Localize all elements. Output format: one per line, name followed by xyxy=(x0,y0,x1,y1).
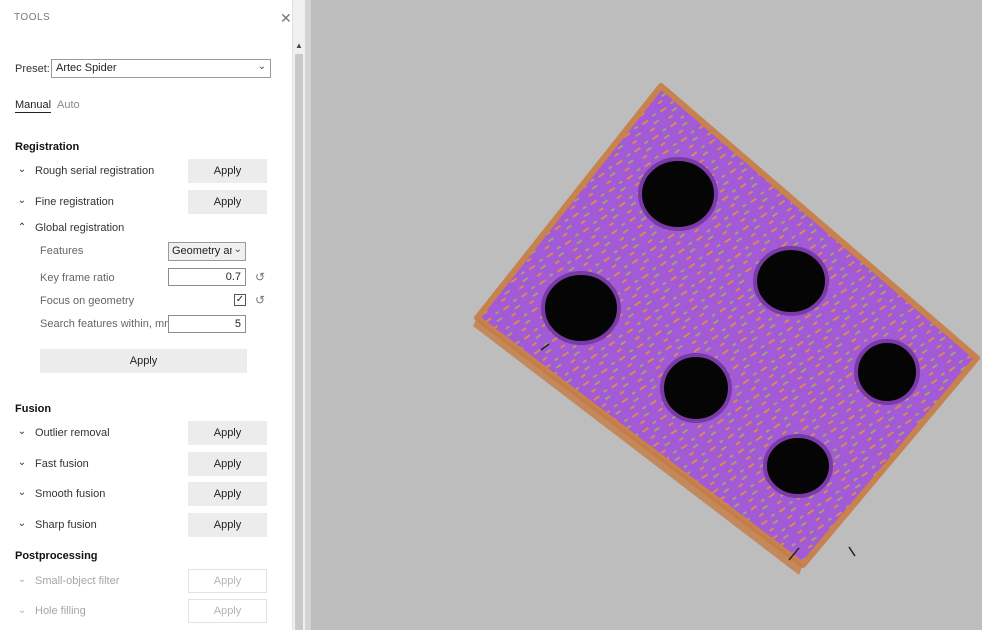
focus-on-geometry-label: Focus on geometry xyxy=(40,295,135,307)
key-frame-ratio-label: Key frame ratio xyxy=(40,272,115,284)
chevron-down-icon[interactable]: ⌄ xyxy=(16,195,28,206)
outlier-removal-apply-button[interactable]: Apply xyxy=(188,421,267,445)
small-object-filter-label: Small-object filter xyxy=(35,575,120,587)
fusion-heading: Fusion xyxy=(15,403,52,415)
sharp-fusion-label: Sharp fusion xyxy=(35,519,97,531)
close-icon[interactable]: ✕ xyxy=(280,11,292,25)
fast-fusion-label: Fast fusion xyxy=(35,458,89,470)
chevron-down-icon[interactable]: ⌄ xyxy=(16,518,28,529)
panel-title: TOOLS xyxy=(14,12,51,23)
scroll-thumb[interactable] xyxy=(295,54,303,630)
outlier-removal-label: Outlier removal xyxy=(35,427,110,439)
global-registration-apply-button[interactable]: Apply xyxy=(40,349,247,373)
chevron-up-icon[interactable]: ⌃ xyxy=(16,222,28,233)
chevron-down-icon[interactable]: ⌄ xyxy=(16,487,28,498)
chevron-down-icon[interactable]: ⌄ xyxy=(16,426,28,437)
tools-panel: TOOLS ✕ Preset: Artec Spider ⌄ Manual Au… xyxy=(0,0,292,630)
search-features-input[interactable]: 5 xyxy=(168,315,246,333)
sharp-fusion-apply-button[interactable]: Apply xyxy=(188,513,267,537)
hole-filling-apply-button[interactable]: Apply xyxy=(188,599,267,623)
preset-select[interactable]: Artec Spider ⌄ xyxy=(51,59,271,78)
features-value: Geometry an xyxy=(172,245,236,257)
3d-viewport[interactable] xyxy=(305,0,982,630)
features-label: Features xyxy=(40,245,84,257)
rough-serial-registration-apply-button[interactable]: Apply xyxy=(188,159,267,183)
postprocessing-heading: Postprocessing xyxy=(15,550,98,562)
rough-serial-registration-label: Rough serial registration xyxy=(35,165,155,177)
dropdown-caret-icon: ⌄ xyxy=(257,61,266,72)
chevron-down-icon[interactable]: ⌄ xyxy=(16,574,28,585)
scan-mesh xyxy=(473,83,980,575)
search-features-label: Search features within, mm xyxy=(40,318,174,330)
hole-filling-label: Hole filling xyxy=(35,605,86,617)
preset-label: Preset: xyxy=(15,63,50,75)
preset-value: Artec Spider xyxy=(56,62,117,74)
chevron-down-icon[interactable]: ⌄ xyxy=(16,164,28,175)
reset-icon[interactable]: ↺ xyxy=(255,270,265,284)
chevron-down-icon[interactable]: ⌄ xyxy=(16,605,28,616)
fine-registration-apply-button[interactable]: Apply xyxy=(188,190,267,214)
fast-fusion-apply-button[interactable]: Apply xyxy=(188,452,267,476)
small-object-filter-apply-button[interactable]: Apply xyxy=(188,569,267,593)
fine-registration-label: Fine registration xyxy=(35,196,114,208)
smooth-fusion-apply-button[interactable]: Apply xyxy=(188,482,267,506)
tab-manual[interactable]: Manual xyxy=(15,99,52,113)
dropdown-caret-icon: ⌄ xyxy=(231,244,242,255)
global-registration-label: Global registration xyxy=(35,222,125,234)
key-frame-ratio-input[interactable]: 0.7 xyxy=(168,268,246,286)
panel-scrollbar[interactable]: ▲ xyxy=(292,0,305,630)
reset-icon[interactable]: ↺ xyxy=(255,293,265,307)
chevron-down-icon[interactable]: ⌄ xyxy=(16,457,28,468)
registration-heading: Registration xyxy=(15,141,80,153)
focus-on-geometry-checkbox[interactable]: ✓ xyxy=(234,294,246,306)
tab-auto[interactable]: Auto xyxy=(57,99,80,111)
features-select[interactable]: Geometry an ⌄ xyxy=(168,242,246,261)
smooth-fusion-label: Smooth fusion xyxy=(35,488,106,500)
scroll-up-arrow-icon[interactable]: ▲ xyxy=(295,41,303,50)
